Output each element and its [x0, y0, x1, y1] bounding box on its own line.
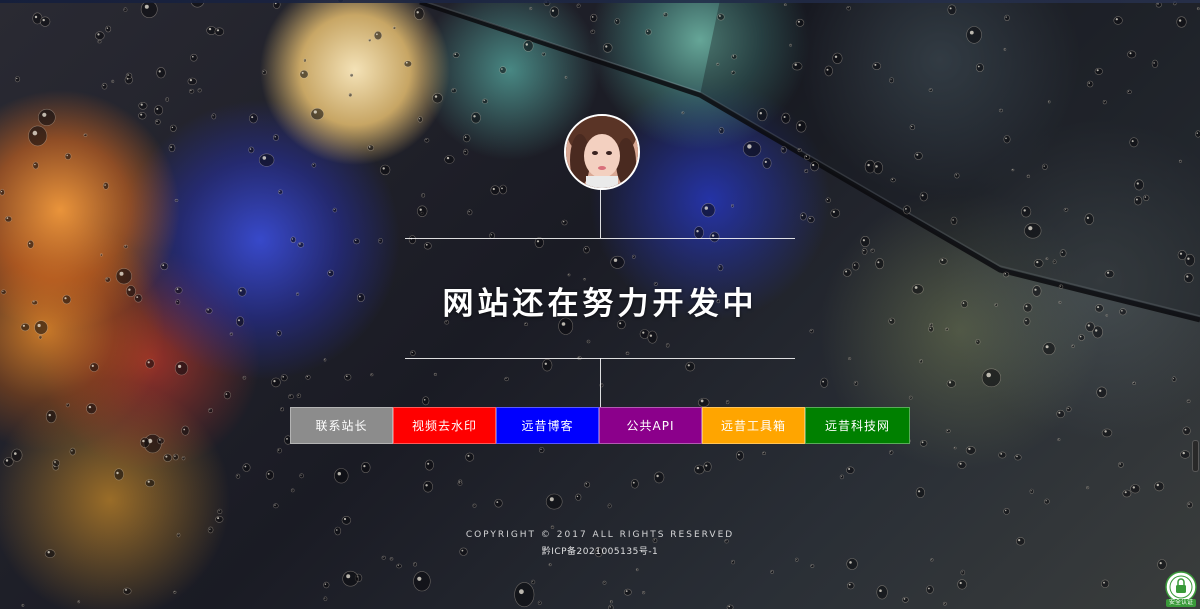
- video-watermark-remover-button[interactable]: 视频去水印: [393, 407, 496, 444]
- security-badge[interactable]: 安全认证: [1165, 571, 1197, 607]
- tech-site-button[interactable]: 远昔科技网: [805, 407, 910, 444]
- page-title: 网站还在努力开发中: [442, 286, 758, 322]
- divider-top: [405, 238, 795, 239]
- avatar[interactable]: [564, 114, 640, 190]
- footer: COPYRIGHT © 2017 ALL RIGHTS RESERVED 黔IC…: [0, 530, 1200, 557]
- page: 网站还在努力开发中 联系站长 视频去水印 远昔博客 公共API 远昔工具箱 远昔…: [0, 0, 1200, 609]
- toolbox-button[interactable]: 远昔工具箱: [702, 407, 805, 444]
- security-badge-label: 安全认证: [1168, 599, 1193, 606]
- copyright-text: COPYRIGHT © 2017 ALL RIGHTS RESERVED: [465, 530, 735, 540]
- icp-link[interactable]: 黔ICP备2021005135号-1: [0, 544, 1200, 557]
- avatar-photo: [566, 116, 638, 188]
- connector-line-top: [600, 188, 601, 238]
- connector-line-bottom: [600, 358, 601, 407]
- scrollbar-thumb[interactable]: [1192, 440, 1199, 472]
- public-api-button[interactable]: 公共API: [599, 407, 702, 444]
- contact-admin-button[interactable]: 联系站长: [290, 407, 393, 444]
- blog-button[interactable]: 远昔博客: [496, 407, 599, 444]
- main-content: 网站还在努力开发中 联系站长 视频去水印 远昔博客 公共API 远昔工具箱 远昔…: [0, 0, 1200, 609]
- nav-bar: 联系站长 视频去水印 远昔博客 公共API 远昔工具箱 远昔科技网: [290, 407, 910, 444]
